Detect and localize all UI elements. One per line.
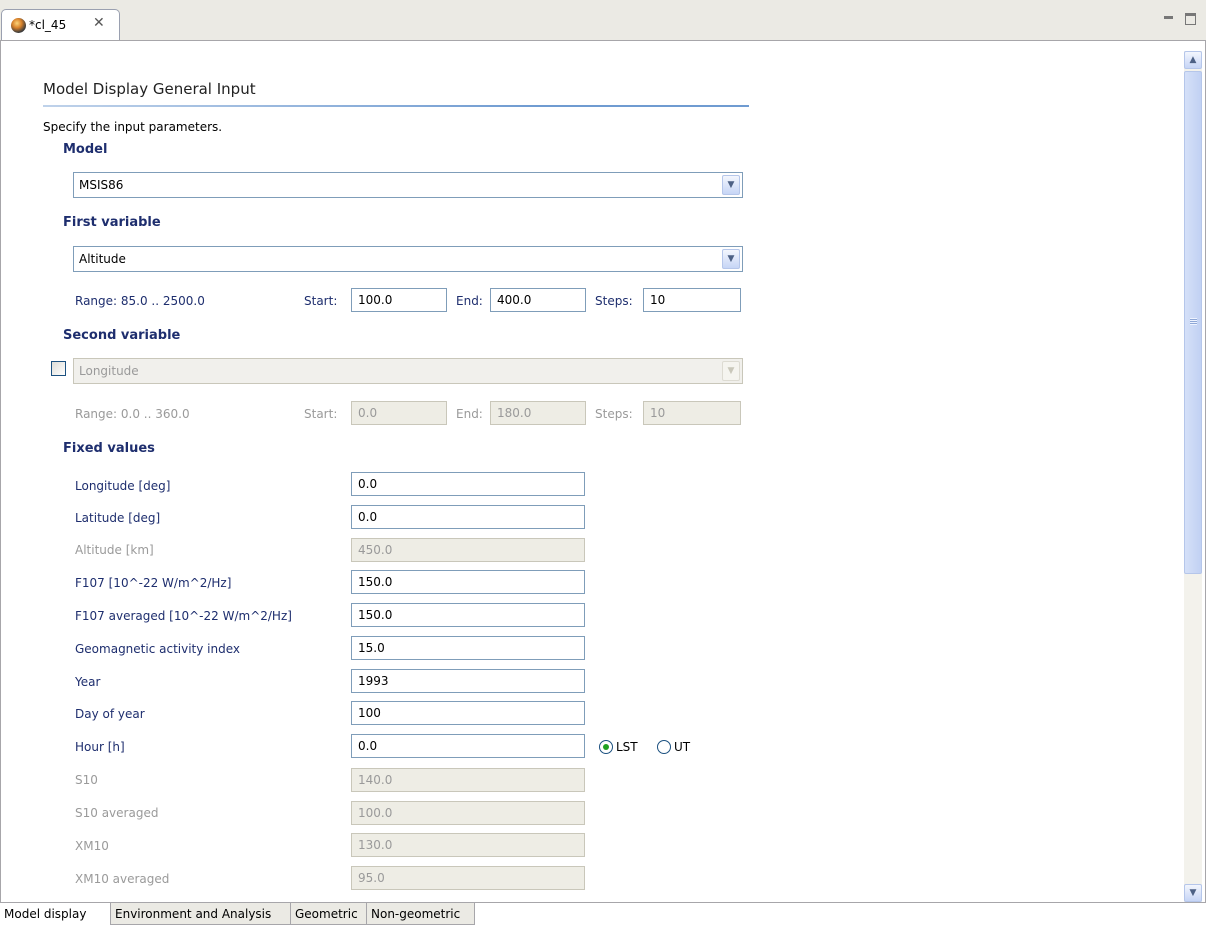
first-start-label: Start: [304,294,338,308]
second-variable-range: Range: 0.0 .. 360.0 [75,407,190,421]
first-start-input[interactable]: 100.0 [351,288,447,312]
f107-label: F107 [10^-22 W/m^2/Hz] [75,576,232,590]
editor-tab[interactable]: *cl_45 ✕ [1,9,120,40]
first-steps-label: Steps: [595,294,633,308]
ut-radio-label: UT [674,740,691,754]
scroll-up-icon[interactable]: ▲ [1184,51,1202,69]
xm10-averaged-label: XM10 averaged [75,872,170,886]
model-select[interactable]: MSIS86 ▼ [73,172,743,198]
second-variable-heading: Second variable [63,328,181,343]
vertical-scrollbar[interactable]: ▲ ▼ [1184,51,1202,902]
lst-radio-label: LST [616,740,638,754]
xm10-label: XM10 [75,839,109,853]
fixed-values-heading: Fixed values [63,441,155,456]
xm10-input[interactable]: 130.0 [351,833,585,857]
model-heading: Model [63,142,108,157]
altitude-label: Altitude [km] [75,543,154,557]
second-end-label: End: [456,407,483,421]
longitude-label: Longitude [deg] [75,479,171,493]
chevron-down-icon[interactable]: ▼ [722,175,740,195]
first-variable-select-value: Altitude [79,252,126,266]
minimize-icon[interactable] [1164,16,1173,19]
xm10-averaged-input[interactable]: 95.0 [351,866,585,890]
first-end-input[interactable]: 400.0 [490,288,586,312]
close-icon[interactable]: ✕ [93,15,105,31]
year-label: Year [75,675,101,689]
f107-averaged-label: F107 averaged [10^-22 W/m^2/Hz] [75,609,292,623]
first-variable-heading: First variable [63,215,161,230]
s10-label: S10 [75,773,98,787]
geomagnetic-index-label: Geomagnetic activity index [75,642,240,656]
f107-averaged-input[interactable]: 150.0 [351,603,585,627]
first-steps-input[interactable]: 10 [643,288,741,312]
latitude-label: Latitude [deg] [75,511,161,525]
scroll-down-icon[interactable]: ▼ [1184,884,1202,902]
first-variable-range: Range: 85.0 .. 2500.0 [75,294,205,308]
tab-model-display[interactable]: Model display [0,903,111,925]
page-title: Model Display General Input [43,80,256,98]
second-steps-input[interactable]: 10 [643,401,741,425]
model-select-value: MSIS86 [79,178,124,192]
page-description: Specify the input parameters. [43,120,223,134]
longitude-input[interactable]: 0.0 [351,472,585,496]
chevron-down-icon[interactable]: ▼ [722,361,740,381]
second-variable-select-value: Longitude [79,364,139,378]
f107-input[interactable]: 150.0 [351,570,585,594]
first-variable-select[interactable]: Altitude ▼ [73,246,743,272]
ut-radio[interactable] [657,740,671,754]
tab-environment-and-analysis[interactable]: Environment and Analysis [111,903,291,925]
second-start-input[interactable]: 0.0 [351,401,447,425]
editor-tab-title: *cl_45 [29,18,67,32]
first-end-label: End: [456,294,483,308]
maximize-icon[interactable] [1185,13,1196,25]
lst-radio[interactable] [599,740,613,754]
page-tab-bar: Model display Environment and Analysis G… [0,902,1206,935]
second-variable-select[interactable]: Longitude ▼ [73,358,743,384]
year-input[interactable]: 1993 [351,669,585,693]
chevron-down-icon[interactable]: ▼ [722,249,740,269]
s10-input[interactable]: 140.0 [351,768,585,792]
title-underline [43,105,749,107]
second-start-label: Start: [304,407,338,421]
latitude-input[interactable]: 0.0 [351,505,585,529]
s10-averaged-input[interactable]: 100.0 [351,801,585,825]
model-file-icon [11,18,26,33]
s10-averaged-label: S10 averaged [75,806,159,820]
grip-icon [1190,318,1197,325]
second-end-input[interactable]: 180.0 [490,401,586,425]
hour-input[interactable]: 0.0 [351,734,585,758]
day-of-year-input[interactable]: 100 [351,701,585,725]
tab-geometric[interactable]: Geometric [291,903,367,925]
altitude-input[interactable]: 450.0 [351,538,585,562]
day-of-year-label: Day of year [75,707,145,721]
scrollbar-thumb[interactable] [1184,71,1202,574]
second-variable-checkbox[interactable] [51,361,66,376]
geomagnetic-index-input[interactable]: 15.0 [351,636,585,660]
hour-label: Hour [h] [75,740,125,754]
second-steps-label: Steps: [595,407,633,421]
form-page: Model Display General Input Specify the … [0,41,1206,902]
tab-non-geometric[interactable]: Non-geometric [367,903,475,925]
editor-tab-strip: *cl_45 ✕ [0,0,1206,41]
